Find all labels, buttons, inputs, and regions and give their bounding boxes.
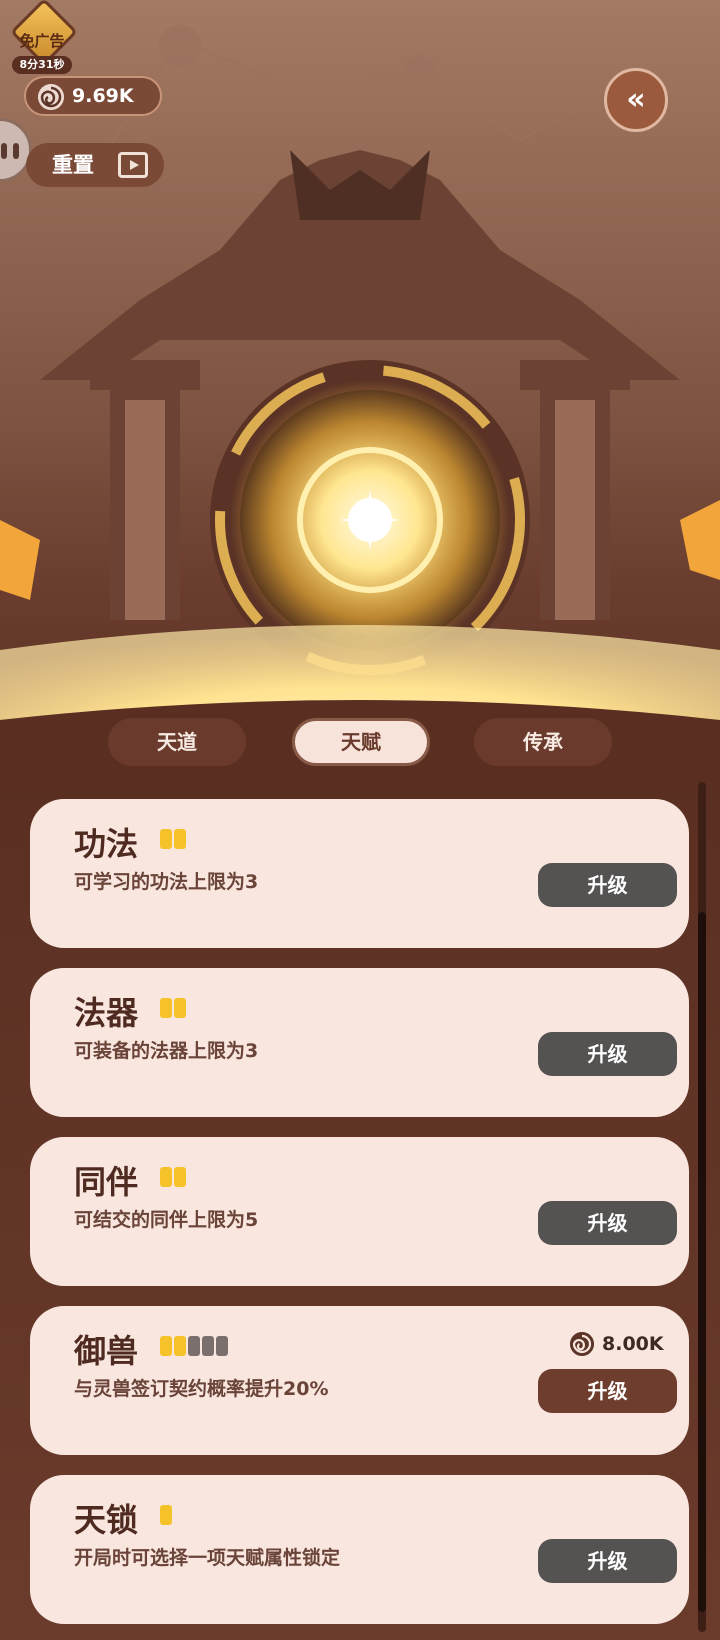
talent-card-faqi: 法器 可装备的法器上限为3 升级: [30, 968, 689, 1117]
card-description: 开局时可选择一项天赋属性锁定: [74, 1547, 341, 1569]
level-pips: [160, 1505, 174, 1525]
tab-tiandao[interactable]: 天道: [108, 718, 246, 766]
card-title: 同伴: [74, 1163, 139, 1201]
no-ads-badge[interactable]: 免广告 8分31秒: [6, 0, 78, 74]
card-title: 御兽: [74, 1332, 139, 1370]
upgrade-button[interactable]: 升级: [538, 863, 677, 907]
level-pip-filled: [160, 1167, 172, 1187]
card-title: 天锁: [74, 1501, 139, 1539]
level-pip-filled: [174, 1336, 186, 1356]
talent-card-tiansuo: 天锁 开局时可选择一项天赋属性锁定 升级: [30, 1475, 689, 1624]
level-pip-filled: [174, 1167, 186, 1187]
reset-label: 重置: [52, 153, 94, 177]
double-chevron-left-icon: «: [626, 82, 646, 117]
no-ads-timer: 8分31秒: [12, 56, 72, 74]
cost-value: 8.00K: [602, 1333, 664, 1355]
no-ads-label: 免广告: [19, 32, 65, 50]
spiral-coin-icon: [570, 1332, 594, 1356]
talent-card-gongfa: 功法 可学习的功法上限为3 升级: [30, 799, 689, 948]
card-description: 可结交的同伴上限为5: [74, 1209, 259, 1231]
back-button[interactable]: «: [604, 68, 668, 132]
reset-button[interactable]: 重置: [26, 143, 164, 187]
tab-bar: 天道 天赋 传承: [0, 718, 720, 768]
level-pips: [160, 829, 188, 849]
card-description: 可学习的功法上限为3: [74, 871, 259, 893]
spiral-coin-icon: [38, 84, 64, 110]
tab-chuancheng[interactable]: 传承: [474, 718, 612, 766]
level-pips: [160, 1167, 188, 1187]
video-play-icon: [118, 152, 148, 178]
level-pip-empty: [188, 1336, 200, 1356]
card-title: 功法: [74, 825, 139, 863]
level-pip-filled: [160, 1505, 172, 1525]
talent-card-yushou: 御兽 与灵兽签订契约概率提升20% 8.00K 升级: [30, 1306, 689, 1455]
upgrade-button[interactable]: 升级: [538, 1201, 677, 1245]
handle-dot: [13, 143, 19, 159]
level-pip-filled: [160, 1336, 172, 1356]
currency-counter: 9.69K: [24, 76, 162, 116]
card-title: 法器: [74, 994, 139, 1032]
level-pips: [160, 1336, 230, 1356]
level-pip-filled: [160, 829, 172, 849]
card-description: 与灵兽签订契约概率提升20%: [74, 1378, 329, 1400]
upgrade-button[interactable]: 升级: [538, 1539, 677, 1583]
level-pip-filled: [174, 829, 186, 849]
talent-card-tongban: 同伴 可结交的同伴上限为5 升级: [30, 1137, 689, 1286]
level-pip-filled: [174, 998, 186, 1018]
scrollbar[interactable]: [698, 782, 706, 1632]
tab-tianfu[interactable]: 天赋: [292, 718, 430, 766]
upgrade-button[interactable]: 升级: [538, 1369, 677, 1413]
level-pip-empty: [216, 1336, 228, 1356]
scrollbar-thumb[interactable]: [698, 912, 706, 1612]
level-pips: [160, 998, 188, 1018]
level-pip-filled: [160, 998, 172, 1018]
card-description: 可装备的法器上限为3: [74, 1040, 259, 1062]
currency-value: 9.69K: [72, 85, 134, 107]
handle-dot: [1, 143, 7, 159]
level-pip-empty: [202, 1336, 214, 1356]
upgrade-button[interactable]: 升级: [538, 1032, 677, 1076]
